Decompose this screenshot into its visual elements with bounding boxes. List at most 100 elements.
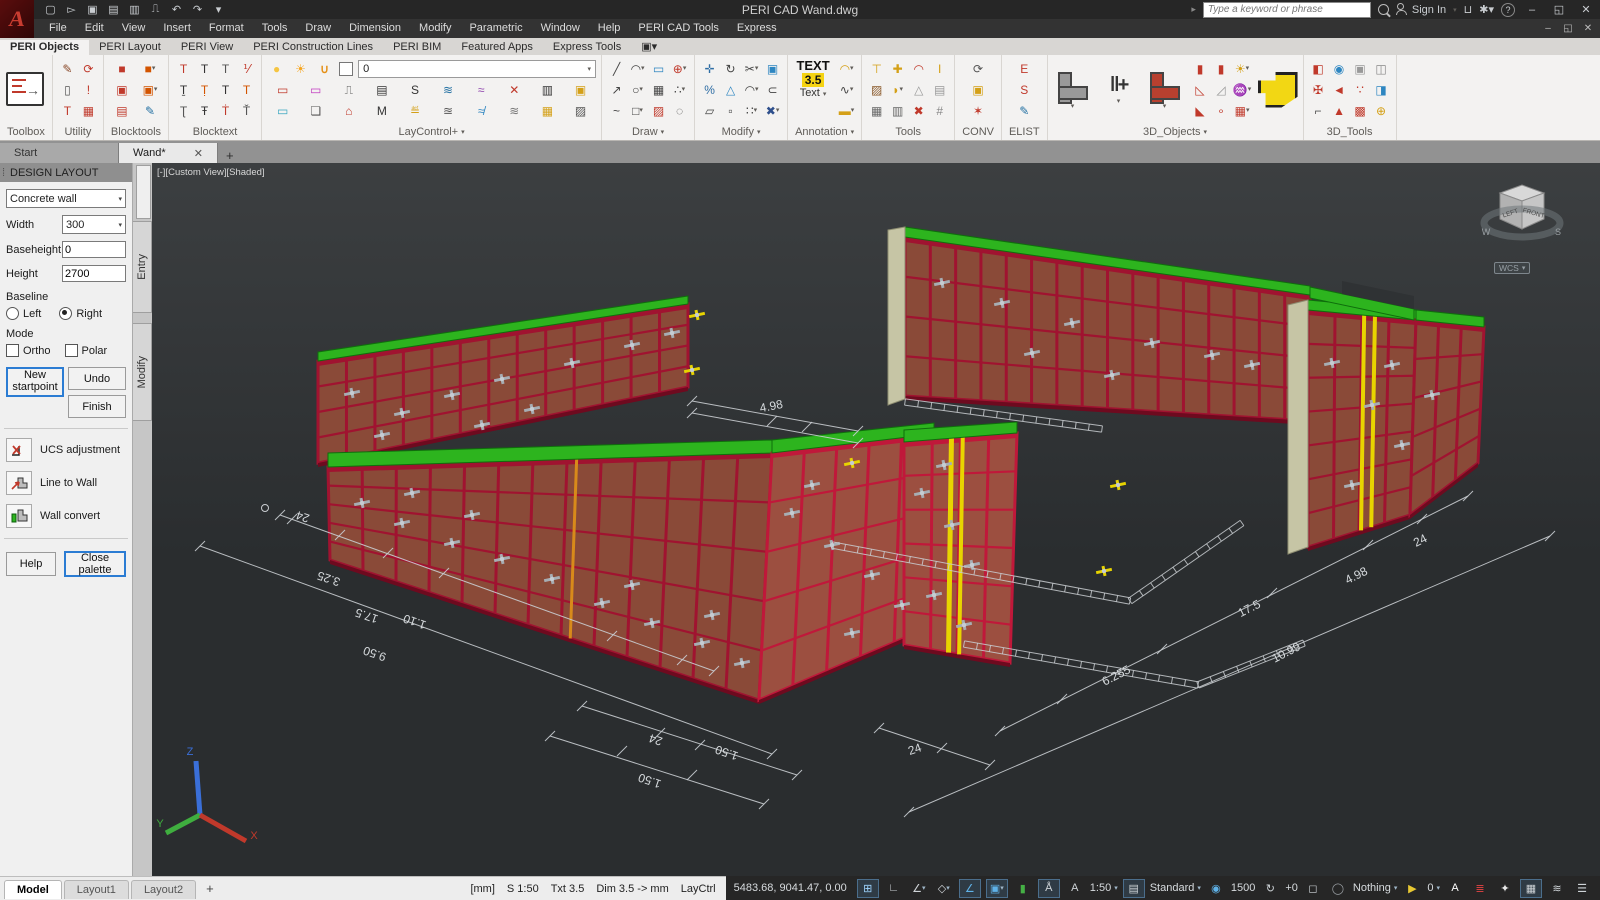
cross-red-icon[interactable]: ✖ bbox=[909, 101, 928, 120]
text-style-icon[interactable]: A bbox=[1445, 880, 1465, 897]
status-menu-icon[interactable]: ☰ bbox=[1572, 880, 1592, 897]
trim-icon[interactable]: ✂ ▾ bbox=[742, 59, 761, 78]
finish-button[interactable]: Finish bbox=[68, 395, 126, 418]
layer-new-icon[interactable]: ≝ bbox=[405, 101, 424, 120]
axe2-icon[interactable]: ◄ bbox=[1330, 80, 1349, 99]
layer-lock-icon[interactable]: ▭ bbox=[306, 80, 325, 99]
txt-arc-icon[interactable]: T bbox=[195, 59, 214, 78]
layer-thaw-sun-icon[interactable]: ☀ bbox=[291, 59, 310, 78]
wall-type-select[interactable]: Concrete wall▾ bbox=[6, 189, 126, 208]
redo-icon[interactable]: ↷ bbox=[189, 2, 206, 17]
osnap-2d-icon[interactable]: ∠ bbox=[959, 879, 981, 898]
image-doc-icon[interactable]: ▦ bbox=[79, 101, 98, 120]
line-icon[interactable]: ╱ bbox=[607, 59, 626, 78]
layer-copy-icon[interactable]: ❏ bbox=[306, 101, 325, 120]
minimize-button[interactable]: – bbox=[1522, 4, 1542, 16]
nail-icon[interactable]: ✚ bbox=[888, 59, 907, 78]
polar-checkbox[interactable] bbox=[65, 344, 78, 357]
open-file-icon[interactable]: ▻ bbox=[63, 2, 80, 17]
layers-status-icon[interactable]: ≣ bbox=[1470, 880, 1490, 897]
layer-color-swatch[interactable] bbox=[339, 62, 353, 76]
stretch-icon[interactable]: ▱ bbox=[700, 101, 719, 120]
ribbon-tab--[interactable]: ▣▾ bbox=[631, 39, 667, 55]
array-icon[interactable]: ∷ ▾ bbox=[742, 101, 761, 120]
block-attr-icon[interactable]: ▣ ▾ bbox=[141, 80, 160, 99]
performance-icon[interactable]: ≋ bbox=[1547, 880, 1567, 897]
layer-home-icon[interactable]: ⌂ bbox=[339, 101, 358, 120]
lineweight-icon[interactable]: ▮ bbox=[1013, 880, 1033, 897]
fillet-icon[interactable]: ◠ ▾ bbox=[742, 80, 761, 99]
dots-icon[interactable]: ∵ bbox=[1351, 80, 1370, 99]
flow-arrow-icon[interactable]: ▶ bbox=[1402, 880, 1422, 897]
panel-x-icon[interactable]: ▨ bbox=[867, 80, 886, 99]
plane-icon[interactable]: ◨ bbox=[1372, 80, 1391, 99]
anno-list-icon[interactable]: ▤ bbox=[1123, 879, 1145, 898]
wall-convert-row[interactable]: Wall convert bbox=[6, 504, 126, 528]
width-select[interactable]: 300▾ bbox=[62, 215, 126, 234]
doc-minimize-button[interactable]: – bbox=[1538, 23, 1558, 34]
menu-item-edit[interactable]: Edit bbox=[76, 19, 113, 38]
frame-icon[interactable]: ▭ bbox=[649, 59, 668, 78]
viewport-controls[interactable]: [-][Custom View][Shaded] bbox=[157, 167, 265, 178]
block-text-icon[interactable]: ■ ▾ bbox=[141, 59, 160, 78]
doc-tab-wand[interactable]: Wand*✕ bbox=[119, 143, 218, 163]
layer-box-icon[interactable]: ▣ bbox=[571, 80, 590, 99]
sign-in-link[interactable]: Sign In bbox=[1412, 4, 1446, 16]
tab-modify[interactable]: Modify bbox=[133, 323, 152, 421]
status-0[interactable]: 0▾ bbox=[1427, 882, 1440, 894]
isodraft-icon[interactable]: ◇▾ bbox=[934, 880, 954, 897]
extrude-icon[interactable]: ▣ bbox=[763, 59, 782, 78]
doc-tab-close-icon[interactable]: ✕ bbox=[194, 147, 203, 160]
ribbon-tab-express-tools[interactable]: Express Tools bbox=[543, 40, 631, 55]
help-icon[interactable]: ? bbox=[1501, 3, 1515, 17]
osnap-icon[interactable]: ▣▾ bbox=[986, 879, 1008, 898]
line-to-wall-row[interactable]: Line to Wall bbox=[6, 471, 126, 495]
wall-top-icon[interactable]: ▮ bbox=[1212, 59, 1231, 78]
revcloud-icon[interactable]: ◌ bbox=[670, 101, 689, 120]
elist-edit-icon[interactable]: ✎ bbox=[1015, 101, 1034, 120]
menu-item-help[interactable]: Help bbox=[589, 19, 630, 38]
layer-walk-icon[interactable]: ≋ bbox=[439, 80, 458, 99]
menu-item-file[interactable]: File bbox=[40, 19, 76, 38]
menu-item-window[interactable]: Window bbox=[532, 19, 589, 38]
doc-restore-button[interactable]: ◱ bbox=[1558, 23, 1578, 34]
ribbon-tab-peri-objects[interactable]: PERI Objects bbox=[0, 40, 89, 55]
wall-lshape-button[interactable]: ▾ bbox=[1053, 61, 1093, 119]
layer-print-icon[interactable]: ⎍ bbox=[339, 80, 358, 99]
menu-item-express[interactable]: Express bbox=[728, 19, 786, 38]
ribbon-tab-featured-apps[interactable]: Featured Apps bbox=[451, 40, 543, 55]
offset-icon[interactable]: ⊂ bbox=[763, 80, 782, 99]
baseheight-input[interactable] bbox=[62, 241, 126, 258]
save-as-icon[interactable]: ▤ bbox=[105, 2, 122, 17]
txt-line-icon[interactable]: Ṫ bbox=[216, 101, 235, 120]
copy-icon[interactable]: % bbox=[700, 80, 719, 99]
circle-icon[interactable]: ○ ▾ bbox=[628, 80, 647, 99]
menu-item-modify[interactable]: Modify bbox=[410, 19, 460, 38]
new-startpoint-button[interactable]: New startpoint bbox=[6, 367, 64, 397]
model-tab-model[interactable]: Model bbox=[4, 880, 62, 899]
boxes-icon[interactable]: ▣ bbox=[1351, 59, 1370, 78]
rotate-icon[interactable]: ↻ bbox=[721, 59, 740, 78]
cube-gray-icon[interactable]: ◫ bbox=[1372, 59, 1391, 78]
axe1-icon[interactable]: ✠ bbox=[1309, 80, 1328, 99]
txt-scale-icon[interactable]: ⅟ bbox=[237, 59, 256, 78]
search-expand-icon[interactable]: ▸ bbox=[1191, 4, 1196, 15]
doc-icon[interactable]: ▯ bbox=[58, 80, 77, 99]
layer-on-bulb-icon[interactable]: ● bbox=[267, 59, 286, 78]
status-standard[interactable]: Standard▾ bbox=[1150, 882, 1201, 894]
rotate-status-icon[interactable]: ↻ bbox=[1260, 880, 1280, 897]
txt-down-icon[interactable]: Ṭ bbox=[195, 80, 214, 99]
layer-unlock-icon[interactable]: ∪ bbox=[315, 59, 334, 78]
viewcube-compass-s[interactable]: S bbox=[1555, 227, 1561, 237]
scale-icon[interactable]: ▫ bbox=[721, 101, 740, 120]
ucs-z-axis[interactable]: Z bbox=[187, 746, 194, 758]
fence-icon[interactable]: ♒ ▾ bbox=[1233, 80, 1252, 99]
doc-tab-start[interactable]: Start bbox=[0, 143, 119, 163]
restore-button[interactable]: ◱ bbox=[1549, 3, 1569, 16]
close-button[interactable]: ✕ bbox=[1576, 3, 1596, 16]
flag-icon[interactable]: ▲ bbox=[1330, 101, 1349, 120]
hatch-icon[interactable]: ▦ bbox=[649, 80, 668, 99]
layer-m-icon[interactable]: M bbox=[372, 101, 391, 120]
ucs-y-axis[interactable]: Y bbox=[156, 818, 164, 830]
status-1500[interactable]: 1500 bbox=[1231, 882, 1255, 894]
